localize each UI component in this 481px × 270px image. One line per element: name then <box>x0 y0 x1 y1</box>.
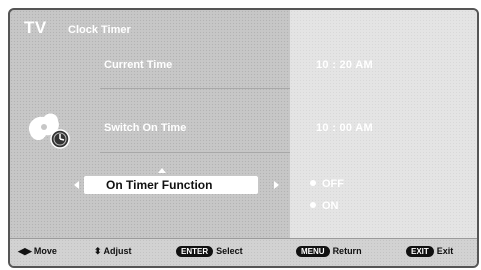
footer-select: ENTER Select <box>176 246 243 257</box>
footer-move-label: Move <box>33 246 57 256</box>
row-divider <box>100 152 290 153</box>
exit-key: EXIT <box>406 246 434 257</box>
option-on-label: ON <box>322 200 339 212</box>
clock-icon <box>28 113 70 149</box>
row-divider <box>100 88 290 89</box>
footer-help-bar: ◀▶ Move ⬍ Adjust ENTER Select MENU Return EX… <box>10 238 477 266</box>
footer-return-label: Return <box>332 246 362 256</box>
footer-select-label: Select <box>216 246 243 256</box>
left-right-arrows-icon: ◀▶ <box>18 246 32 256</box>
footer-move: ◀▶ Move <box>18 246 57 257</box>
up-down-arrows-icon: ⬍ <box>94 246 102 256</box>
option-off-label: OFF <box>322 178 344 190</box>
tv-label: TV <box>24 18 47 37</box>
switch-on-time-value: 10 : 00 AM <box>316 122 374 134</box>
switch-on-time-label: Switch On Time <box>104 122 187 134</box>
left-arrow-icon[interactable] <box>74 181 79 189</box>
menu-key: MENU <box>296 246 330 257</box>
radio-dot-icon <box>310 180 316 186</box>
selected-highlight: On Timer Function <box>84 176 258 194</box>
enter-key: ENTER <box>176 246 214 257</box>
footer-adjust: ⬍ Adjust <box>94 246 132 257</box>
right-arrow-icon[interactable] <box>274 181 279 189</box>
on-timer-function-label: On Timer Function <box>106 178 213 192</box>
footer-return: MENU Return <box>296 246 362 257</box>
tv-osd-menu: TV Clock Timer Current Time 10 : 20 AM S… <box>8 8 479 268</box>
radio-dot-icon <box>310 202 316 208</box>
option-on[interactable]: ON <box>310 200 339 212</box>
footer-exit-label: Exit <box>436 246 454 256</box>
current-time-value: 10 : 20 AM <box>316 59 374 71</box>
on-timer-function-row[interactable]: On Timer Function <box>70 176 292 194</box>
option-off[interactable]: OFF <box>310 178 344 190</box>
footer-exit: EXIT Exit <box>406 246 453 257</box>
footer-adjust-label: Adjust <box>103 246 132 256</box>
menu-title: Clock Timer <box>68 24 131 36</box>
current-time-label: Current Time <box>104 59 173 71</box>
up-arrow-icon <box>158 168 166 173</box>
